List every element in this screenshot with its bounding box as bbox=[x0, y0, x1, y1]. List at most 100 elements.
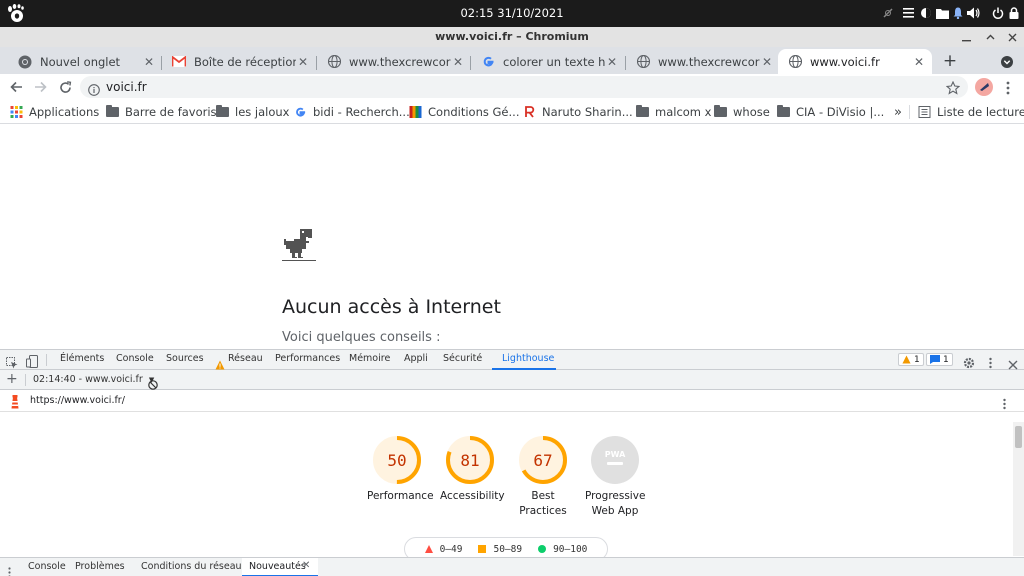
close-icon[interactable]: ✕ bbox=[760, 55, 774, 69]
close-icon[interactable]: ✕ bbox=[605, 55, 619, 69]
night-light-icon[interactable] bbox=[919, 5, 933, 21]
tab-search-icon[interactable] bbox=[1000, 54, 1014, 68]
close-icon[interactable]: ✕ bbox=[302, 560, 310, 571]
bookmark-label: Applications bbox=[29, 105, 100, 119]
drawer-active-tab[interactable]: Nouveautés ✕ bbox=[242, 558, 318, 576]
power-icon[interactable] bbox=[991, 5, 1005, 21]
tab-label: Boîte de réception (2 bbox=[194, 54, 296, 69]
bookmark-naruto[interactable]: Naruto Sharin... bbox=[523, 104, 633, 120]
maximize-icon[interactable] bbox=[982, 29, 998, 45]
devtools-tab-sources[interactable]: Sources bbox=[166, 353, 204, 364]
gauge-pwa[interactable]: PWA Progressive Web App bbox=[585, 435, 645, 519]
red-r-icon bbox=[525, 106, 535, 118]
menu-kebab-icon[interactable] bbox=[1005, 80, 1011, 95]
gauge-accessibility[interactable]: 81 Accessibility bbox=[440, 435, 505, 504]
triangle-icon bbox=[424, 545, 433, 553]
reading-list-icon bbox=[918, 106, 931, 118]
settings-gear-icon[interactable] bbox=[963, 354, 975, 369]
devtools-tab-console[interactable]: Console bbox=[116, 353, 154, 364]
close-icon[interactable]: ✕ bbox=[296, 55, 310, 69]
reload-icon[interactable] bbox=[56, 78, 74, 96]
bookmark-conditions[interactable]: Conditions Gé... bbox=[409, 104, 519, 120]
devtools-tab-lighthouse[interactable]: Lighthouse bbox=[502, 353, 554, 364]
messages-badge[interactable]: 1 bbox=[926, 353, 953, 366]
chromium-icon bbox=[18, 55, 32, 69]
devtools-tab-performance[interactable]: Performances bbox=[275, 353, 340, 364]
gauge-best-practices[interactable]: 67 Best Practices bbox=[513, 435, 573, 519]
bookmark-label: Conditions Gé... bbox=[428, 105, 520, 119]
info-icon[interactable] bbox=[88, 81, 100, 96]
close-icon[interactable]: ✕ bbox=[142, 55, 156, 69]
reading-list-button[interactable]: Liste de lecture bbox=[918, 104, 1024, 120]
warnings-badge[interactable]: 1 bbox=[898, 353, 924, 366]
new-report-plus-icon[interactable]: + bbox=[6, 372, 18, 386]
clear-reports-icon[interactable] bbox=[148, 375, 158, 390]
bookmark-malcom-x[interactable]: malcom x bbox=[636, 104, 711, 120]
report-scrollbar[interactable] bbox=[1013, 422, 1024, 556]
bookmark-star-icon[interactable] bbox=[945, 80, 961, 95]
bookmark-bidi-recherche[interactable]: bidi - Recherch... bbox=[294, 104, 410, 120]
network-off-icon[interactable] bbox=[881, 5, 895, 21]
tab-boite-de-reception[interactable]: Boîte de réception (2 ✕ bbox=[162, 49, 316, 74]
bookmark-label: whose bbox=[733, 105, 770, 119]
bookmark-cia-divisio[interactable]: CIA - DiVisio |... bbox=[777, 104, 884, 120]
close-icon[interactable]: ✕ bbox=[451, 55, 465, 69]
drawer-menu-icon[interactable] bbox=[7, 563, 12, 576]
scrollbar-thumb[interactable] bbox=[1015, 426, 1022, 448]
bookmark-whose[interactable]: whose bbox=[714, 104, 770, 120]
devtools-tab-elements[interactable]: Éléments bbox=[60, 353, 104, 364]
bookmark-barre-de-favoris[interactable]: Barre de favoris bbox=[106, 104, 217, 120]
volume-icon[interactable] bbox=[966, 5, 980, 21]
audited-url[interactable]: https://www.voici.fr/ bbox=[30, 395, 125, 406]
bookmark-les-jaloux[interactable]: les jaloux bbox=[216, 104, 290, 120]
back-arrow-icon[interactable] bbox=[7, 78, 25, 96]
address-bar[interactable]: voici.fr bbox=[80, 76, 968, 98]
gauge-label: Best Practices bbox=[513, 489, 573, 519]
folder-icon bbox=[636, 105, 649, 117]
bookmarks-overflow-button[interactable]: » bbox=[894, 104, 902, 120]
device-toolbar-icon[interactable] bbox=[26, 353, 38, 368]
files-folder-icon[interactable] bbox=[935, 5, 949, 21]
report-menu-icon[interactable] bbox=[1002, 395, 1007, 410]
globe-icon bbox=[636, 55, 650, 69]
dinosaur-icon[interactable] bbox=[282, 229, 316, 263]
clock[interactable]: 02:15 31/10/2021 bbox=[0, 6, 1024, 20]
warnings-count: 1 bbox=[914, 354, 920, 365]
tab-thexcrew-2[interactable]: www.thexcrewcorpo ✕ bbox=[626, 49, 780, 74]
address-url[interactable]: voici.fr bbox=[106, 80, 147, 94]
report-select[interactable]: 02:14:40 - www.voici.fr ▼ bbox=[33, 374, 154, 385]
forward-arrow-icon[interactable] bbox=[31, 78, 49, 96]
minimize-icon[interactable] bbox=[958, 29, 974, 45]
bookmarks-divider bbox=[909, 105, 910, 119]
gauge-performance[interactable]: 50 Performance bbox=[367, 435, 434, 504]
tab-colorer-texte[interactable]: colorer un texte html ✕ bbox=[471, 49, 625, 74]
legend-range: 0–49 bbox=[439, 543, 463, 555]
bookmark-applications[interactable]: Applications bbox=[10, 104, 99, 120]
drawer-tab-console[interactable]: Console bbox=[28, 561, 66, 572]
reading-list-label: Liste de lecture bbox=[937, 105, 1024, 119]
google-icon bbox=[481, 55, 495, 69]
profile-avatar[interactable] bbox=[975, 78, 993, 96]
warning-icon bbox=[215, 355, 225, 370]
devtools-menu-icon[interactable] bbox=[988, 354, 993, 369]
devtools-tab-security[interactable]: Sécurité bbox=[443, 353, 482, 364]
close-window-icon[interactable] bbox=[1004, 29, 1020, 45]
window-title-bar[interactable]: www.voici.fr – Chromium bbox=[0, 27, 1024, 47]
devtools-tab-memory[interactable]: Mémoire bbox=[349, 353, 390, 364]
gauge-score: 67 bbox=[533, 451, 552, 470]
drawer-tab-network-conditions[interactable]: Conditions du réseau bbox=[141, 561, 242, 572]
new-tab-plus-icon[interactable]: + bbox=[941, 52, 959, 70]
globe-icon bbox=[327, 55, 341, 69]
tab-nouvel-onglet[interactable]: Nouvel onglet ✕ bbox=[8, 49, 162, 74]
devtools-tab-network[interactable]: Réseau bbox=[228, 353, 263, 364]
tab-thexcrew-1[interactable]: www.thexcrewcorpo ✕ bbox=[317, 49, 471, 74]
inspect-element-icon[interactable] bbox=[6, 354, 18, 369]
close-icon[interactable]: ✕ bbox=[912, 55, 926, 69]
notification-bell-icon[interactable] bbox=[951, 5, 965, 21]
tab-voici-active[interactable]: www.voici.fr ✕ bbox=[778, 49, 932, 74]
menu-lines-icon[interactable] bbox=[901, 5, 915, 21]
devtools-tab-application[interactable]: Appli bbox=[404, 353, 428, 364]
drawer-tab-issues[interactable]: Problèmes bbox=[75, 561, 125, 572]
lock-icon[interactable] bbox=[1007, 5, 1021, 21]
close-devtools-icon[interactable] bbox=[1008, 355, 1018, 370]
